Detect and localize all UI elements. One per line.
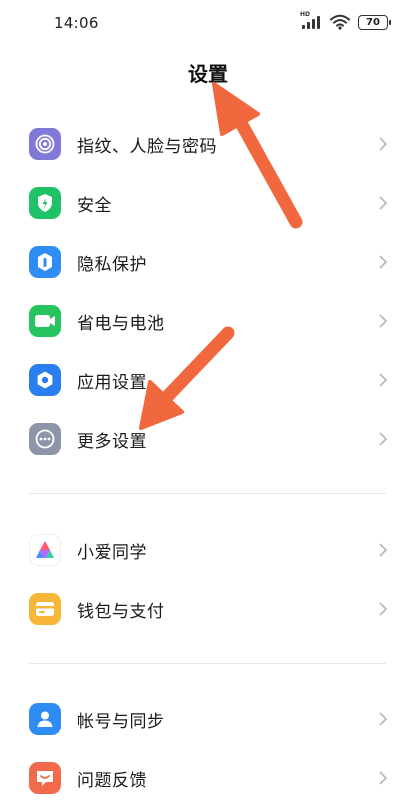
status-time: 14:06 <box>54 14 99 32</box>
section-divider <box>29 493 386 494</box>
battery-icon: 70 <box>358 14 391 30</box>
wallet-icon <box>29 593 61 625</box>
settings-item-label: 安全 <box>77 195 112 216</box>
chevron-right-icon <box>379 771 388 785</box>
network-badge: HD <box>300 11 311 18</box>
chevron-right-icon <box>379 543 388 557</box>
settings-item-label: 隐私保护 <box>77 254 147 275</box>
chevron-right-icon <box>379 196 388 210</box>
cellular-signal-icon: HD <box>300 11 322 31</box>
chevron-right-icon <box>379 602 388 616</box>
settings-item-label: 省电与电池 <box>77 313 165 334</box>
settings-item-label: 指纹、人脸与密码 <box>77 136 217 157</box>
privacy-icon <box>29 246 61 278</box>
settings-item-label: 钱包与支付 <box>77 601 165 622</box>
xiaoai-icon <box>29 534 61 566</box>
settings-item-label: 帐号与同步 <box>77 711 165 732</box>
chevron-right-icon <box>379 432 388 446</box>
chevron-right-icon <box>379 373 388 387</box>
gear-icon <box>29 364 61 396</box>
feedback-icon <box>29 762 61 794</box>
settings-item-label: 问题反馈 <box>77 770 147 791</box>
settings-item-security[interactable]: 安全 <box>0 177 416 229</box>
battery-icon <box>29 305 61 337</box>
settings-item-feedback[interactable]: 问题反馈 <box>0 752 416 800</box>
fingerprint-icon <box>29 128 61 160</box>
battery-level: 70 <box>366 16 380 28</box>
chevron-right-icon <box>379 137 388 151</box>
section-divider <box>29 663 386 664</box>
settings-item-more-settings[interactable]: 更多设置 <box>0 413 416 465</box>
settings-item-label: 更多设置 <box>77 431 147 452</box>
more-icon <box>29 423 61 455</box>
settings-item-privacy[interactable]: 隐私保护 <box>0 236 416 288</box>
status-bar: 14:06 HD 70 <box>0 0 416 46</box>
wifi-icon <box>330 14 350 30</box>
settings-item-xiaoai[interactable]: 小爱同学 <box>0 524 416 576</box>
chevron-right-icon <box>379 314 388 328</box>
chevron-right-icon <box>379 712 388 726</box>
settings-item-app-settings[interactable]: 应用设置 <box>0 354 416 406</box>
account-icon <box>29 703 61 735</box>
status-icons: HD 70 <box>300 11 391 31</box>
settings-item-battery[interactable]: 省电与电池 <box>0 295 416 347</box>
chevron-right-icon <box>379 255 388 269</box>
settings-item-fingerprint[interactable]: 指纹、人脸与密码 <box>0 118 416 170</box>
shield-icon <box>29 187 61 219</box>
settings-item-label: 小爱同学 <box>77 542 147 563</box>
settings-item-label: 应用设置 <box>77 372 147 393</box>
settings-item-account[interactable]: 帐号与同步 <box>0 693 416 745</box>
settings-item-wallet[interactable]: 钱包与支付 <box>0 583 416 635</box>
page-title: 设置 <box>188 62 228 86</box>
